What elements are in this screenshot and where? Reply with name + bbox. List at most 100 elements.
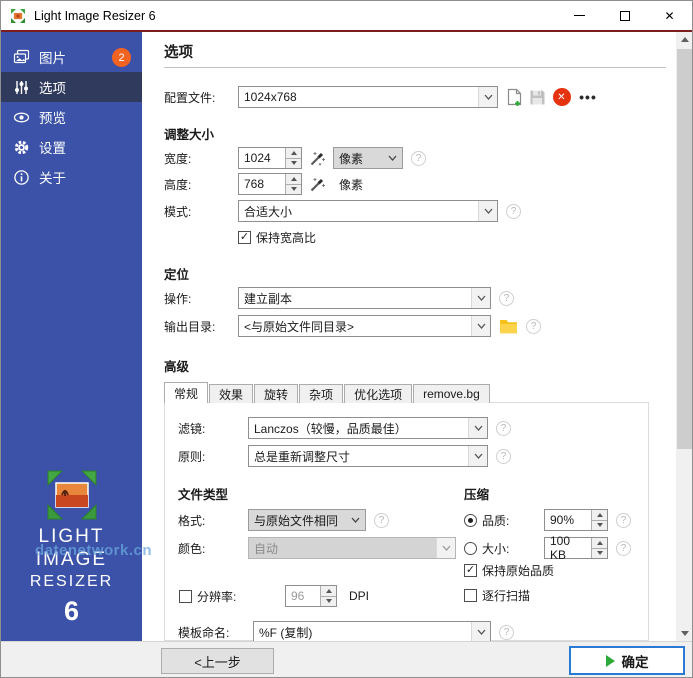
width-wand-button[interactable] [308,149,327,168]
width-up-button[interactable] [286,148,301,158]
keep-quality-checkbox[interactable]: ✓ [464,563,477,577]
play-icon [605,654,615,667]
logo-text-image: IMAGE [35,549,108,570]
size-down-button[interactable] [592,547,607,558]
scroll-up-button[interactable] [676,32,692,47]
sidebar-item-label: 选项 [39,81,66,96]
profile-combobox[interactable]: 1024x768 [238,86,498,108]
color-label: 颜色: [178,541,206,556]
action-combobox[interactable]: 建立副本 [238,287,491,309]
unit-combobox[interactable]: 像素 [333,147,403,169]
ok-button-label: 确定 [621,654,649,670]
quality-radio[interactable] [464,513,477,527]
sidebar-item-about[interactable]: 关于 [1,162,142,192]
size-value: 100 KB [550,534,571,562]
mode-combobox[interactable]: 合适大小 [238,200,498,222]
width-help-icon[interactable]: ? [411,150,426,166]
resizer-logo-icon [47,470,96,520]
ok-button[interactable]: 确定 [569,646,685,675]
sidebar-item-images[interactable]: 图片 2 [1,42,142,72]
unit-value: 像素 [339,151,364,166]
filter-help-icon[interactable]: ? [496,420,511,436]
tab-rotate[interactable]: 旋转 [254,384,299,403]
vertical-scrollbar[interactable] [676,32,692,641]
color-row: 颜色: 自动 [178,537,468,559]
keep-ratio-checkbox[interactable]: ✓ [238,230,251,244]
tab-effects[interactable]: 效果 [209,384,254,403]
delete-profile-button[interactable]: ✕ [552,88,571,107]
save-profile-button[interactable] [528,88,547,107]
size-spinner[interactable]: 100 KB [544,534,608,562]
policy-combobox[interactable]: 总是重新调整尺寸 [248,445,488,467]
progressive-checkbox[interactable]: ✓ [464,588,477,602]
minimize-button[interactable] [557,1,602,30]
output-help-icon[interactable]: ? [526,318,541,334]
template-combobox[interactable]: %F (复制) [253,621,491,643]
resolution-spinner[interactable]: 96 [285,585,337,607]
height-up-button[interactable] [286,174,301,184]
mode-row: 模式: 合适大小 ? [164,200,664,222]
quality-row: 品质: 90% ? [464,509,664,531]
chevron-down-icon[interactable] [478,87,497,107]
tab-general[interactable]: 常规 [164,382,209,403]
progressive-label: 逐行扫描 [482,588,531,603]
location-heading: 定位 [164,268,190,282]
width-row: 宽度: 1024 像素 ? [164,147,664,169]
sidebar-item-preview[interactable]: 预览 [1,102,142,132]
quality-down-button[interactable] [592,519,607,530]
back-button[interactable]: <上一步 [161,648,274,674]
save-icon [530,90,545,104]
policy-help-icon[interactable]: ? [496,448,511,464]
sliders-icon [13,79,30,96]
tab-removebg[interactable]: remove.bg [413,384,490,403]
width-down-button[interactable] [286,157,301,168]
height-wand-button[interactable] [308,175,327,194]
sidebar-item-options[interactable]: 选项 [1,72,142,102]
maximize-button[interactable] [602,1,647,30]
height-label: 高度: [164,177,192,192]
height-value: 768 [244,177,265,191]
size-up-button[interactable] [592,538,607,548]
height-spinner[interactable]: 768 [238,173,302,195]
chevron-down-icon [468,446,487,466]
new-profile-button[interactable] [505,88,524,107]
scroll-down-button[interactable] [676,626,692,641]
more-options-button[interactable]: ••• [576,88,600,107]
template-row: 模板命名: %F (复制) ? [178,621,538,643]
height-down-button[interactable] [286,183,301,194]
sidebar: 图片 2 选项 预览 设置 关于 LIGHT IMAGE RESIZER 6 [1,32,142,641]
size-radio[interactable] [464,541,477,555]
sidebar-item-settings[interactable]: 设置 [1,132,142,162]
resolution-down-button[interactable] [321,595,336,606]
resolution-checkbox[interactable]: ✓ [179,589,192,603]
tab-misc[interactable]: 杂项 [299,384,344,403]
action-row: 操作: 建立副本 ? [164,287,664,309]
filter-combobox[interactable]: Lanczos（较慢，品质最佳） [248,417,488,439]
format-combobox[interactable]: 与原始文件相同 [248,509,366,531]
size-row: 大小: 100 KB ? [464,534,664,562]
page-title: 选项 [164,45,193,61]
quality-up-button[interactable] [592,510,607,520]
scrollbar-thumb[interactable] [677,49,692,449]
app-window: Light Image Resizer 6 ✕ 图片 2 选项 预览 设置 关于… [0,0,693,678]
chevron-down-icon [346,510,365,530]
resolution-up-button[interactable] [321,586,336,596]
width-spinner[interactable]: 1024 [238,147,302,169]
action-help-icon[interactable]: ? [499,290,514,306]
format-help-icon[interactable]: ? [374,512,389,528]
filter-label: 滤镜: [178,421,206,436]
size-help-icon[interactable]: ? [616,540,631,556]
window-title: Light Image Resizer 6 [34,8,156,23]
scroll-up-icon [680,37,689,42]
size-label: 大小: [482,541,510,556]
quality-help-icon[interactable]: ? [616,512,631,528]
quality-spinner[interactable]: 90% [544,509,608,531]
close-button[interactable]: ✕ [647,1,692,30]
browse-folder-button[interactable] [499,317,518,336]
mode-help-icon[interactable]: ? [506,203,521,219]
height-unit-label: 像素 [339,177,364,192]
output-combobox[interactable]: <与原始文件同目录> [238,315,491,337]
new-document-icon [507,88,522,106]
tab-optimization[interactable]: 优化选项 [344,384,413,403]
template-help-icon[interactable]: ? [499,624,514,640]
